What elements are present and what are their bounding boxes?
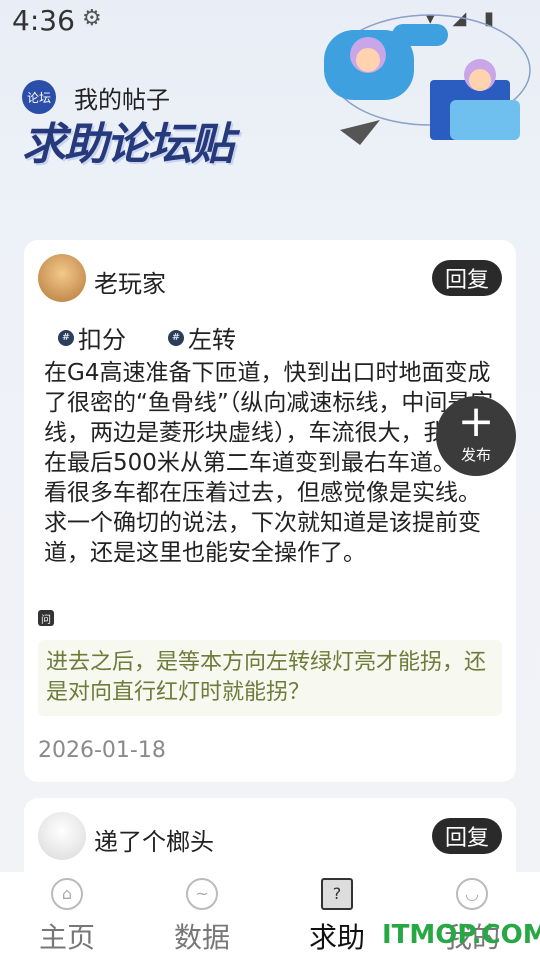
avatar[interactable] [38,812,86,860]
page-header: 论坛 我的帖子 求助论坛贴 [22,80,322,170]
help-icon: ? [321,878,353,910]
tab-label: 数据 [173,921,230,954]
tag-item[interactable]: # 左转 [168,320,236,355]
watermark: ITMOP.COM [382,920,540,950]
tab-data[interactable]: ~ 数据 [152,878,252,956]
question-icon: 问 [38,610,54,626]
page-title: 求助论坛贴 [22,119,234,170]
profile-icon: ◡ [456,878,488,910]
publish-label: 发布 [460,446,491,464]
post-date: 2026-01-18 [38,738,166,763]
tab-home[interactable]: ⌂ 主页 [17,878,117,956]
settings-gear-icon: ⚙ [82,6,102,31]
chart-icon: ~ [186,878,218,910]
home-icon: ⌂ [51,878,83,910]
tag-label: 左转 [188,326,236,354]
tab-help[interactable]: ? 求助 [287,878,387,956]
post-username[interactable]: 老玩家 [94,264,166,299]
plus-icon: + [457,396,495,447]
header-illustration [324,14,531,145]
hashtag-icon: # [168,329,184,346]
hashtag-icon: # [58,329,74,346]
publish-button[interactable]: + 发布 [436,396,516,476]
post-card[interactable]: 老玩家 回复 # 扣分 # 左转 在G4高速准备下匝道，快到出口时地面变成了很密… [24,240,516,782]
reply-button[interactable]: 回复 [432,260,502,296]
post-body: 在G4高速准备下匝道，快到出口时地面变成了很密的“鱼骨线”（纵向减速标线，中间是… [44,360,494,566]
followup-question: 进去之后，是等本方向左转绿灯亮才能拐，还是对向直行红灯时就能拐？ [38,640,502,716]
tab-label: 求助 [308,921,365,954]
tab-label: 主页 [38,921,95,954]
post-username[interactable]: 递了个榔头 [94,822,214,857]
followup-text: 进去之后，是等本方向左转绿灯亮才能拐，还是对向直行红灯时就能拐？ [46,650,487,705]
clock: 4:36 [12,4,75,37]
tag-item[interactable]: # 扣分 [58,320,126,355]
avatar[interactable] [38,254,86,302]
reply-button[interactable]: 回复 [432,818,502,854]
tag-label: 扣分 [78,326,126,354]
post-tags: # 扣分 # 左转 [58,320,236,355]
